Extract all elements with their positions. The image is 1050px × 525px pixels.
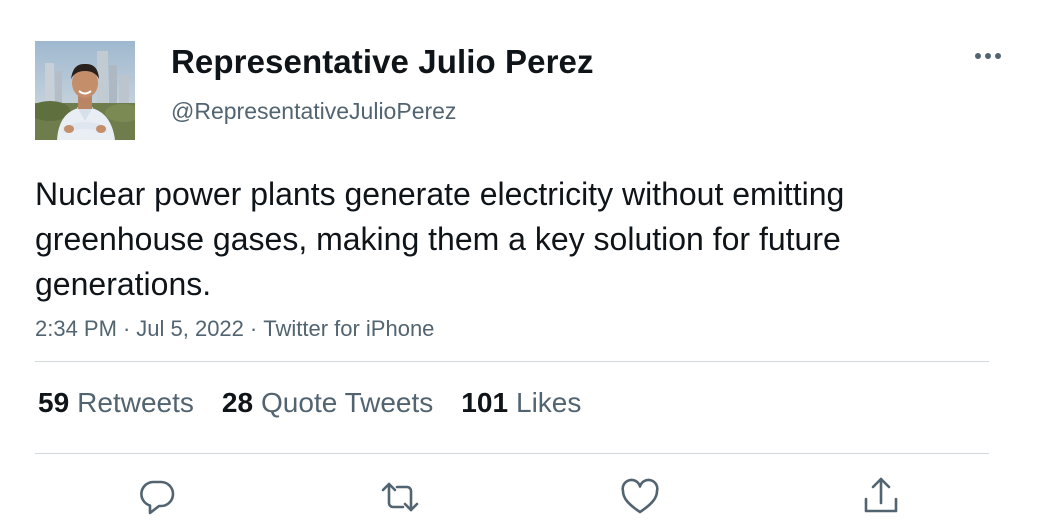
tweet-time[interactable]: 2:34 PM <box>35 316 117 341</box>
tweet-source[interactable]: Twitter for iPhone <box>263 316 434 341</box>
retweet-icon[interactable] <box>378 475 422 519</box>
share-icon[interactable] <box>859 475 903 519</box>
retweets-label: Retweets <box>77 387 194 418</box>
meta-separator: · <box>249 316 258 341</box>
quote-tweets-count: 28 <box>221 387 254 418</box>
retweets-stat[interactable]: 59 Retweets <box>38 387 194 419</box>
avatar[interactable] <box>35 41 135 140</box>
meta-separator: · <box>122 316 131 341</box>
tweet-text: Nuclear power plants generate electricit… <box>35 176 845 302</box>
likes-label: Likes <box>516 387 582 418</box>
divider <box>35 361 989 362</box>
user-handle[interactable]: @RepresentativeJulioPerez <box>171 98 456 125</box>
divider <box>35 453 989 454</box>
like-icon[interactable] <box>618 475 662 519</box>
display-name[interactable]: Representative Julio Perez <box>171 43 594 81</box>
quote-tweets-label: Quote Tweets <box>261 387 434 418</box>
likes-stat[interactable]: 101 Likes <box>461 387 581 419</box>
tweet-meta: 2:34 PM · Jul 5, 2022 · Twitter for iPhone <box>35 316 434 342</box>
retweets-count: 59 <box>38 387 70 418</box>
more-icon[interactable] <box>968 44 1008 68</box>
quote-tweets-stat[interactable]: 28 Quote Tweets <box>222 387 433 419</box>
tweet-card: Representative Julio Perez @Representati… <box>0 0 1050 525</box>
tweet-date[interactable]: Jul 5, 2022 <box>136 316 244 341</box>
tweet-stats: 59 Retweets 28 Quote Tweets 101 Likes <box>38 387 609 419</box>
reply-icon[interactable] <box>135 475 179 519</box>
likes-count: 101 <box>461 387 509 418</box>
